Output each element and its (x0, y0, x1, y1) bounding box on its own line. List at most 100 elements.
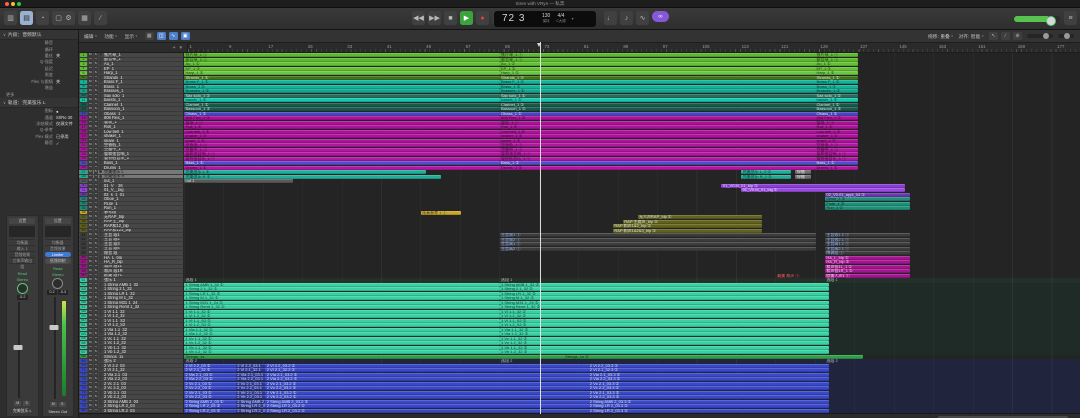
volume-fader[interactable] (44, 297, 73, 399)
volume-fader[interactable] (8, 302, 37, 398)
mute-button[interactable]: M (88, 373, 93, 377)
solo-button[interactable]: S (94, 260, 99, 264)
mute-button[interactable]: M (88, 67, 93, 71)
input-monitor-icon[interactable] (99, 134, 102, 137)
track-number-badge[interactable]: 77 (80, 395, 87, 399)
solo-button[interactable]: S (94, 139, 99, 143)
solo-button[interactable]: S (94, 341, 99, 345)
mute-button[interactable]: M (88, 179, 93, 183)
drag-mode-icon[interactable]: ◫ (157, 32, 166, 40)
solo-button[interactable]: S (94, 310, 99, 314)
mute-button[interactable]: M (88, 400, 93, 404)
forward-button[interactable]: ▶▶ (428, 11, 441, 25)
mute-button[interactable]: M (88, 85, 93, 89)
solo-button[interactable]: S (94, 265, 99, 269)
mute-button[interactable]: M (88, 211, 93, 215)
apple-loops-badge[interactable]: ∞ (652, 11, 669, 22)
solo-button[interactable]: S (94, 112, 99, 116)
track-number-badge[interactable]: 30 (80, 184, 87, 188)
track-number-badge[interactable]: 6 (80, 76, 87, 80)
input-monitor-icon[interactable] (99, 269, 102, 272)
mute-button[interactable]: M (88, 53, 93, 57)
pointer-tool-icon[interactable]: ↖ (989, 32, 998, 40)
track-number-badge[interactable]: 47 (80, 260, 87, 264)
input-monitor-icon[interactable] (99, 314, 102, 317)
input-monitor-icon[interactable] (99, 89, 102, 92)
input-monitor-icon[interactable] (99, 377, 102, 380)
track-number-badge[interactable]: 32 (80, 193, 87, 197)
input-monitor-icon[interactable] (99, 328, 102, 331)
mute-button[interactable]: M (88, 112, 93, 116)
wrench-icon[interactable]: ⚙ (62, 11, 75, 25)
input-monitor-icon[interactable] (99, 373, 102, 376)
solo-button[interactable]: S (94, 373, 99, 377)
lcd-chevron-icon[interactable]: ▾ (572, 16, 574, 21)
plugin-slot[interactable]: 低频抑制 (45, 258, 71, 264)
mute-button[interactable]: M (88, 130, 93, 134)
mute-button[interactable]: M (88, 116, 93, 120)
mute-button[interactable]: M (88, 355, 93, 359)
input-monitor-icon[interactable] (99, 238, 102, 241)
track-number-badge[interactable]: 36 (80, 211, 87, 215)
toggle-inspector-icon[interactable]: ▤ (20, 11, 33, 25)
vertical-zoom-slider[interactable] (1058, 34, 1074, 38)
input-monitor-icon[interactable] (99, 103, 102, 106)
solo-button[interactable]: S (94, 134, 99, 138)
solo-button[interactable]: S (94, 319, 99, 323)
input-monitor-icon[interactable] (99, 391, 102, 394)
pan-knob[interactable] (17, 283, 28, 294)
mute-button[interactable]: M (88, 292, 93, 296)
strip-setting-button[interactable]: 设置 (45, 218, 71, 224)
mute-button[interactable]: M (88, 404, 93, 408)
input-monitor-icon[interactable] (99, 386, 102, 389)
track-param-value[interactable]: 仅源文件 (56, 121, 74, 127)
track-number-badge[interactable]: 62 (80, 328, 87, 332)
region-param-value[interactable]: 关 (56, 79, 74, 85)
track-number-badge[interactable]: 72 (80, 373, 87, 377)
solo-button[interactable]: S (94, 328, 99, 332)
mute-button[interactable]: M (88, 197, 93, 201)
playhead-marker[interactable] (537, 43, 541, 47)
track-number-badge[interactable]: 10 (80, 94, 87, 98)
solo-button[interactable]: S (94, 85, 99, 89)
mute-button[interactable]: M (88, 269, 93, 273)
fader-cap[interactable] (14, 345, 23, 350)
lcd-display[interactable]: 72 3 130保持 4/4C大调 ▾ (494, 11, 596, 27)
track-number-badge[interactable]: 23 (80, 152, 87, 156)
mute-button[interactable]: M (88, 278, 93, 282)
track-number-badge[interactable]: 33 (80, 197, 87, 201)
mute-button[interactable]: M (88, 157, 93, 161)
track-number-badge[interactable]: 63 (80, 332, 87, 336)
mute-button[interactable]: M (88, 359, 93, 363)
input-monitor-icon[interactable] (99, 283, 102, 286)
solo-button[interactable]: S (94, 355, 99, 359)
track-number-badge[interactable]: 61 (80, 323, 87, 327)
mute-button[interactable]: M (88, 274, 93, 278)
region-inspector-header[interactable]: ∨片段：音频默认 (0, 30, 78, 40)
arrange-menu-编辑[interactable]: 编辑∨ (84, 33, 97, 40)
track-number-badge[interactable]: 53 (80, 287, 87, 291)
solo-button[interactable]: S (94, 184, 99, 188)
mute-button[interactable]: M (88, 283, 93, 287)
input-monitor-icon[interactable] (99, 130, 102, 133)
input-monitor-icon[interactable] (99, 179, 102, 182)
input-monitor-icon[interactable] (99, 332, 102, 335)
input-monitor-icon[interactable] (99, 260, 102, 263)
crossfade-icon[interactable]: ∿ (169, 32, 178, 40)
input-monitor-icon[interactable] (99, 323, 102, 326)
mute-button[interactable]: M (88, 170, 93, 174)
solo-button[interactable]: S (94, 368, 99, 372)
solo-button[interactable]: S (94, 121, 99, 125)
track-number-badge[interactable]: 18 (80, 130, 87, 134)
drag-mode-menu[interactable]: 拖移: 重叠∨ (928, 33, 954, 40)
input-monitor-icon[interactable] (99, 125, 102, 128)
input-monitor-icon[interactable] (99, 206, 102, 209)
track-number-badge[interactable]: 76 (80, 391, 87, 395)
track-number-badge[interactable]: 58 (80, 310, 87, 314)
mute-button[interactable]: M (88, 328, 93, 332)
mute-button[interactable]: M (88, 206, 93, 210)
mute-button[interactable]: M (88, 319, 93, 323)
track-number-badge[interactable]: 13 (80, 107, 87, 111)
bar-ruler[interactable]: 1917253341495765738189971051131211291371… (188, 43, 1080, 53)
solo-button[interactable]: S (94, 67, 99, 71)
